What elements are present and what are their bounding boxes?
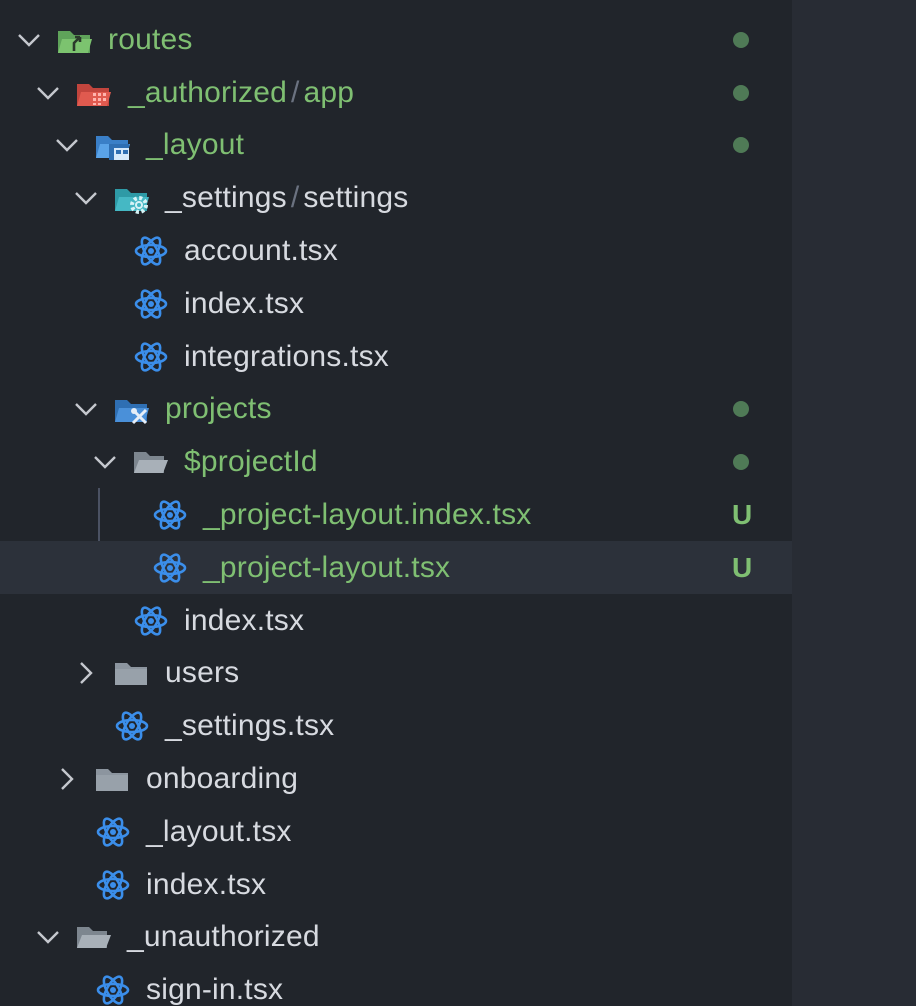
tree-item-label: _project-layout.tsx [203,551,451,584]
tree-item-label: sign-in.tsx [146,973,284,1006]
tree-item-project-layout-index-tsx[interactable]: _project-layout.index.tsx U [0,488,792,541]
tree-item-settings-tsx[interactable]: _settings.tsx [0,699,792,752]
tree-item-layout[interactable]: _layout [0,118,792,171]
tree-item-routes[interactable]: routes [0,13,792,66]
git-status-dot [733,454,749,470]
tree-item-layout-tsx[interactable]: _layout.tsx [0,805,792,858]
tree-item-project-layout-tsx[interactable]: _project-layout.tsx U [0,541,792,594]
tree-item-label: onboarding [146,762,299,795]
tree-item-projects-index-tsx[interactable]: index.tsx [0,594,792,647]
react-icon [134,236,168,266]
chevron-right-icon[interactable] [54,766,80,792]
tree-item-label: $projectId [184,445,318,478]
git-untracked-badge: U [732,552,753,583]
folder-routes-icon [58,31,92,53]
tree-item-authorized[interactable]: _authorized / app [0,66,792,119]
git-status-dot [733,137,749,153]
chevron-down-icon[interactable] [92,449,118,475]
tree-item-unauthorized[interactable]: _unauthorized [0,910,792,963]
react-icon [134,289,168,319]
tree-item-label: _unauthorized [127,920,320,953]
file-explorer-tree: routes _authorized / app _layout _settin… [0,0,792,1006]
tree-item-label: _settings / settings [165,181,409,214]
git-untracked-badge: U [732,499,753,530]
chevron-down-icon[interactable] [73,185,99,211]
tree-item-label: _layout [146,128,245,161]
tree-item-account-tsx[interactable]: account.tsx [0,224,792,277]
folder-icon [115,663,147,685]
chevron-down-icon[interactable] [35,80,61,106]
folder-layout-icon [96,136,130,160]
folder-open-icon [77,927,111,948]
git-status-dot [733,85,749,101]
folder-app-icon [77,84,111,106]
editor-area [792,0,916,1006]
tree-item-integrations-tsx[interactable]: integrations.tsx [0,330,792,383]
tree-item-label: index.tsx [184,604,305,637]
react-icon [134,342,168,372]
tree-item-label: _settings.tsx [165,709,335,742]
tree-item-settings-folder[interactable]: _settings / settings [0,171,792,224]
tree-item-sign-in-tsx[interactable]: sign-in.tsx [0,963,792,1006]
tree-item-label: integrations.tsx [184,340,389,373]
tree-item-label: routes [108,23,193,56]
folder-projects-icon [115,400,149,425]
folder-open-icon [134,452,168,473]
chevron-right-icon[interactable] [73,660,99,686]
tree-item-label: _authorized / app [128,76,355,109]
tree-item-label: projects [165,392,272,425]
folder-icon [96,769,128,791]
git-status-dot [733,401,749,417]
tree-item-users[interactable]: users [0,646,792,699]
chevron-down-icon[interactable] [16,27,42,53]
tree-item-onboarding[interactable]: onboarding [0,752,792,805]
tree-item-authorized-index-tsx[interactable]: index.tsx [0,858,792,911]
react-icon [153,553,187,583]
tree-item-label: _project-layout.index.tsx [203,498,532,531]
tree-item-label: index.tsx [184,287,305,320]
tree-item-projects[interactable]: projects [0,382,792,435]
tree-item-index-tsx[interactable]: index.tsx [0,277,792,330]
tree-item-label: users [165,656,240,689]
react-icon [96,870,130,900]
tree-item-projectid[interactable]: $projectId [0,435,792,488]
git-status-dot [733,32,749,48]
chevron-down-icon[interactable] [54,132,80,158]
tree-item-label: _layout.tsx [146,815,292,848]
chevron-down-icon[interactable] [73,396,99,422]
react-icon [96,975,130,1005]
folder-settings-icon [115,189,149,214]
react-icon [153,500,187,530]
react-icon [96,817,130,847]
react-icon [134,606,168,636]
tree-item-label: index.tsx [146,868,267,901]
react-icon [115,711,149,741]
tree-item-label: account.tsx [184,234,338,267]
chevron-down-icon[interactable] [35,924,61,950]
